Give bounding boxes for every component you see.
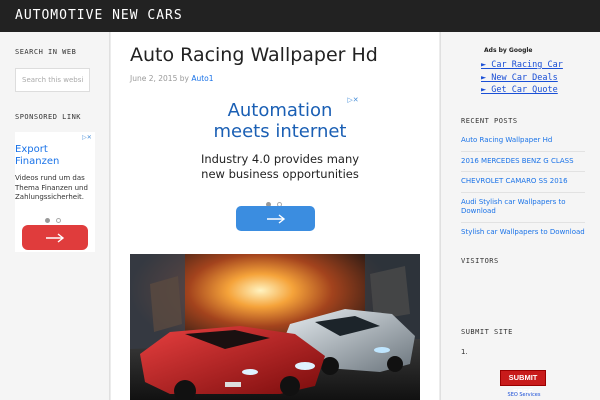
- arrow-right-icon: [266, 213, 285, 224]
- ad-title[interactable]: Automation meets internet: [200, 100, 360, 142]
- in-article-ad: ▷✕ Automation meets internet Industry 4.…: [200, 96, 360, 236]
- ad-go-button[interactable]: [22, 225, 88, 250]
- right-sidebar: Ads by Google ► Car Racing Car ► New Car…: [440, 32, 600, 400]
- post-title[interactable]: Auto Racing Wallpaper Hd: [130, 44, 378, 66]
- visitors-title: VISITORS: [461, 257, 499, 265]
- recent-post-link[interactable]: 2016 MERCEDES BENZ G CLASS: [461, 152, 585, 172]
- left-sidebar: SEARCH IN WEB SPONSORED LINK ▷✕ Export F…: [0, 32, 110, 400]
- post-date: June 2, 2015: [130, 74, 178, 83]
- ad-link-unit[interactable]: ► Car Racing Car: [481, 59, 563, 72]
- sponsored-link-title: SPONSORED LINK: [15, 113, 82, 121]
- ad-description: Videos rund um das Thema Finanzen und Za…: [15, 174, 88, 201]
- post-author-link[interactable]: Auto1: [191, 74, 213, 83]
- recent-post-link[interactable]: Auto Racing Wallpaper Hd: [461, 131, 585, 152]
- ad-link-units: ► Car Racing Car ► New Car Deals ► Get C…: [481, 59, 563, 97]
- post-by: by: [179, 74, 189, 83]
- top-bar: AUTOMOTIVE NEW CARS: [0, 0, 600, 32]
- recent-post-link[interactable]: Stylish car Wallpapers to Download: [461, 223, 585, 243]
- recent-post-link[interactable]: CHEVROLET CAMARO SS 2016: [461, 172, 585, 193]
- ad-description: Industry 4.0 provides many new business …: [200, 152, 360, 181]
- recent-post-link[interactable]: Audi Stylish car Wallpapers to Download: [461, 193, 585, 223]
- pagination-dot[interactable]: [56, 218, 61, 223]
- post-featured-image[interactable]: [130, 254, 420, 400]
- sponsored-ad: ▷✕ Export Finanzen Videos rund um das Th…: [15, 132, 95, 252]
- pagination-dot-active[interactable]: [45, 218, 50, 223]
- seo-services-link[interactable]: SEO Services: [499, 392, 549, 398]
- ads-by-google-label[interactable]: Ads by Google: [484, 47, 532, 54]
- arrow-right-icon: [46, 232, 65, 243]
- submit-free-badge[interactable]: SUBMIT FREE: [500, 370, 546, 396]
- search-widget-title: SEARCH IN WEB: [15, 48, 77, 56]
- site-title[interactable]: AUTOMOTIVE NEW CARS: [15, 8, 183, 23]
- submit-list-number: 1.: [461, 348, 468, 356]
- ad-link-unit[interactable]: ► Get Car Quote: [481, 84, 563, 97]
- recent-posts-title: RECENT POSTS: [461, 117, 518, 125]
- racing-cars-image: [130, 254, 420, 400]
- post-meta: June 2, 2015 by Auto1: [130, 74, 214, 83]
- submit-site-title: SUBMIT SITE: [461, 328, 513, 336]
- recent-posts-list: Auto Racing Wallpaper Hd 2016 MERCEDES B…: [461, 131, 585, 242]
- ad-link-unit[interactable]: ► New Car Deals: [481, 72, 563, 85]
- ad-go-button[interactable]: [236, 206, 315, 231]
- main-content: Auto Racing Wallpaper Hd June 2, 2015 by…: [111, 32, 439, 400]
- ad-title[interactable]: Export Finanzen: [15, 144, 95, 168]
- ad-choices-icon[interactable]: ▷✕: [81, 134, 93, 142]
- search-input[interactable]: [15, 68, 90, 92]
